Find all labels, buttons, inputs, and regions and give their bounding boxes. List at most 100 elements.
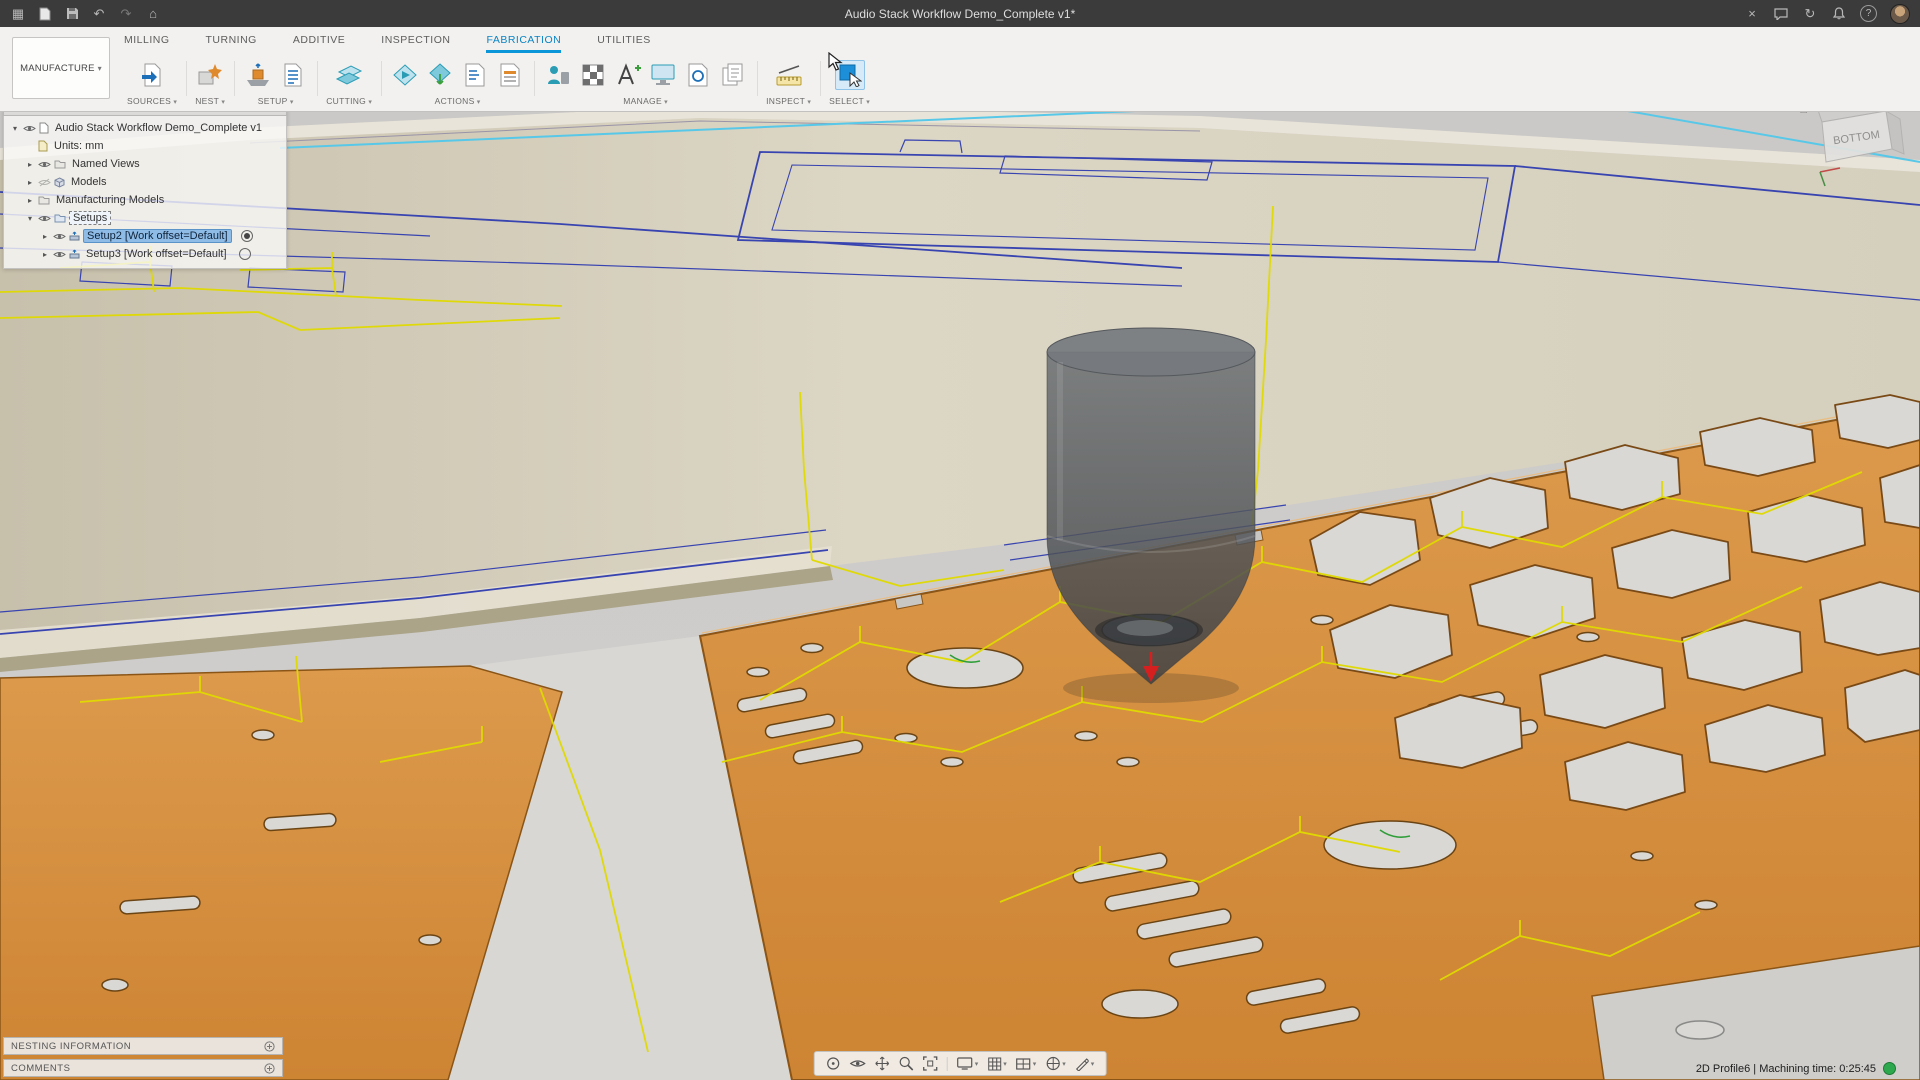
visibility-eye-off-icon[interactable] xyxy=(38,178,51,187)
visibility-eye-icon[interactable] xyxy=(53,232,66,241)
browser-row-setups[interactable]: Setups xyxy=(4,209,286,227)
simulate-icon[interactable] xyxy=(390,60,420,90)
zoom-icon[interactable] xyxy=(899,1056,914,1071)
setup-sheet-icon[interactable] xyxy=(278,60,308,90)
setup2-label[interactable]: Setup2 [Work offset=Default] xyxy=(83,229,232,243)
tab-turning[interactable]: TURNING xyxy=(206,27,257,53)
machine-library-icon[interactable] xyxy=(648,60,678,90)
group-label-inspect[interactable]: INSPECT xyxy=(766,96,811,106)
select-tool-icon[interactable] xyxy=(835,60,865,90)
expand-arrow-icon[interactable] xyxy=(40,250,50,259)
notification-bell-icon[interactable] xyxy=(1831,6,1847,22)
group-label-cutting[interactable]: CUTTING xyxy=(326,96,372,106)
setup3-label[interactable]: Setup3 [Work offset=Default] xyxy=(83,248,230,260)
group-label-manage[interactable]: MANAGE xyxy=(623,96,668,106)
units-label[interactable]: Units: mm xyxy=(51,140,107,152)
viewports-icon[interactable]: ▾ xyxy=(1016,1058,1037,1070)
group-cutting: CUTTING xyxy=(317,55,381,106)
inactive-setup-radio[interactable] xyxy=(239,248,251,260)
new-setup-icon[interactable] xyxy=(243,60,273,90)
display-settings-icon[interactable]: ▾ xyxy=(957,1057,979,1070)
undo-icon[interactable]: ↶ xyxy=(91,6,107,22)
duplicate-icon[interactable] xyxy=(718,60,748,90)
pan-icon[interactable] xyxy=(875,1056,890,1071)
browser-row-models[interactable]: Models xyxy=(4,173,286,191)
group-label-actions[interactable]: ACTIONS xyxy=(435,96,481,106)
setup-sheet-report-icon[interactable] xyxy=(495,60,525,90)
measure-icon[interactable] xyxy=(774,60,804,90)
navigation-bar: ▾ ▾ ▾ ▾ ▾ xyxy=(814,1051,1107,1076)
view-cube[interactable]: BOTTOM xyxy=(1810,98,1914,199)
tab-additive[interactable]: ADDITIVE xyxy=(293,27,345,53)
models-label[interactable]: Models xyxy=(68,176,109,188)
post-library-icon[interactable] xyxy=(683,60,713,90)
visibility-eye-icon[interactable] xyxy=(23,124,36,133)
workspace-selector[interactable]: MANUFACTURE xyxy=(12,37,110,99)
tab-inspection[interactable]: INSPECTION xyxy=(381,27,450,53)
expand-panel-icon[interactable] xyxy=(264,1063,275,1074)
templates-icon[interactable] xyxy=(613,60,643,90)
expand-arrow-icon[interactable] xyxy=(25,214,35,223)
help-icon[interactable]: ? xyxy=(1860,5,1877,22)
setups-label[interactable]: Setups xyxy=(69,211,111,225)
look-at-icon[interactable] xyxy=(850,1058,866,1069)
new-file-icon[interactable] xyxy=(37,6,53,22)
ribbon-tools: SOURCES NEST SETUP xyxy=(118,55,1920,111)
tab-milling[interactable]: MILLING xyxy=(124,27,170,53)
redo-icon[interactable]: ↷ xyxy=(118,6,134,22)
orbit-icon[interactable] xyxy=(826,1056,841,1071)
browser-row-manufacturing-models[interactable]: Manufacturing Models xyxy=(4,191,286,209)
viewport-3d-scene[interactable] xyxy=(0,0,1920,1080)
close-icon[interactable]: × xyxy=(1744,6,1760,22)
expand-arrow-icon[interactable] xyxy=(25,160,35,169)
job-status-icon[interactable] xyxy=(1883,1062,1896,1075)
expand-arrow-icon[interactable] xyxy=(25,196,35,205)
nest-icon[interactable] xyxy=(195,60,225,90)
expand-arrow-icon[interactable] xyxy=(25,178,35,187)
app-grid-icon[interactable]: ▦ xyxy=(10,6,26,22)
import-source-icon[interactable] xyxy=(137,60,167,90)
cutting-2d-profile-icon[interactable] xyxy=(334,60,364,90)
browser-row-setup3[interactable]: Setup3 [Work offset=Default] xyxy=(4,245,286,263)
visibility-eye-icon[interactable] xyxy=(53,250,66,259)
navigation-wheel-icon[interactable]: ▾ xyxy=(1045,1056,1066,1071)
user-avatar[interactable] xyxy=(1890,4,1910,24)
group-label-setup[interactable]: SETUP xyxy=(258,96,294,106)
active-setup-radio[interactable] xyxy=(241,230,253,242)
browser-row-units[interactable]: Units: mm xyxy=(4,137,286,155)
tool-library-icon[interactable] xyxy=(543,60,573,90)
chat-icon[interactable] xyxy=(1773,6,1789,22)
document-title: Audio Stack Workflow Demo_Complete v1* xyxy=(845,7,1076,21)
group-label-nest[interactable]: NEST xyxy=(195,96,225,106)
browser-row-setup2[interactable]: Setup2 [Work offset=Default] xyxy=(4,227,286,245)
manufacturing-models-label[interactable]: Manufacturing Models xyxy=(53,194,167,206)
history-icon[interactable]: ↻ xyxy=(1802,6,1818,22)
ribbon-toolbar: MANUFACTURE MILLING TURNING ADDITIVE INS… xyxy=(0,27,1920,112)
comments-bar[interactable]: COMMENTS xyxy=(3,1059,283,1077)
post-process-icon[interactable] xyxy=(425,60,455,90)
browser-row-named-views[interactable]: Named Views xyxy=(4,155,286,173)
expand-panel-icon[interactable] xyxy=(264,1041,275,1052)
home-icon[interactable]: ⌂ xyxy=(145,6,161,22)
browser-row-document-root[interactable]: Audio Stack Workflow Demo_Complete v1 xyxy=(4,119,286,137)
fit-icon[interactable] xyxy=(923,1056,938,1071)
visibility-eye-icon[interactable] xyxy=(38,214,51,223)
visibility-eye-icon[interactable] xyxy=(38,160,51,169)
root-node-label[interactable]: Audio Stack Workflow Demo_Complete v1 xyxy=(52,122,265,134)
expand-arrow-icon[interactable] xyxy=(40,232,50,241)
nesting-information-bar[interactable]: NESTING INFORMATION xyxy=(3,1037,283,1055)
markup-icon[interactable]: ▾ xyxy=(1075,1057,1095,1071)
tab-utilities[interactable]: UTILITIES xyxy=(597,27,651,53)
browser-panel: «« BROWSER ◉ Audio Stack Workflow Demo_C… xyxy=(3,94,287,269)
tab-fabrication[interactable]: FABRICATION xyxy=(486,27,561,53)
save-icon[interactable] xyxy=(64,6,80,22)
group-label-sources[interactable]: SOURCES xyxy=(127,96,177,106)
named-views-label[interactable]: Named Views xyxy=(69,158,143,170)
group-label-select[interactable]: SELECT xyxy=(829,96,870,106)
gcode-editor-icon[interactable] xyxy=(460,60,490,90)
group-nest: NEST xyxy=(186,55,234,106)
nesting-information-label: NESTING INFORMATION xyxy=(11,1041,131,1052)
grid-icon[interactable]: ▾ xyxy=(987,1057,1007,1071)
expand-arrow-icon[interactable] xyxy=(10,124,20,133)
material-library-icon[interactable] xyxy=(578,60,608,90)
